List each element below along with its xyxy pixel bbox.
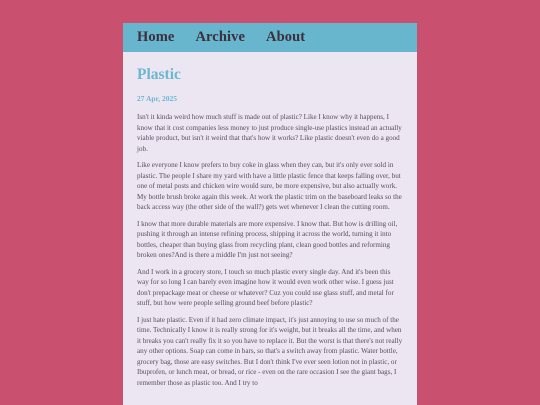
post-paragraph: Like everyone I know prefers to buy coke…: [137, 161, 402, 211]
post-paragraph: Isn't it kinda weird how much stuff is m…: [137, 113, 402, 153]
post-paragraph: And I work in a grocery store, I touch s…: [137, 267, 394, 308]
post-paragraph: I just hate plastic. Even if it had zero…: [137, 315, 403, 387]
nav-home-link[interactable]: Home: [137, 29, 174, 46]
top-nav: Home Archive About: [123, 23, 417, 52]
nav-about-link[interactable]: About: [266, 29, 305, 46]
post-date: 27 Apr, 2025: [137, 94, 177, 103]
page-card: Home Archive About Plastic 27 Apr, 2025 …: [123, 23, 417, 405]
post-body: Isn't it kinda weird how much stuff is m…: [137, 112, 403, 388]
nav-archive-link[interactable]: Archive: [195, 29, 245, 46]
post-title: Plastic: [137, 66, 181, 83]
post-paragraph: I know that more durable materials are m…: [137, 219, 398, 260]
post-content: Plastic 27 Apr, 2025 Isn't it kinda weir…: [123, 65, 417, 388]
